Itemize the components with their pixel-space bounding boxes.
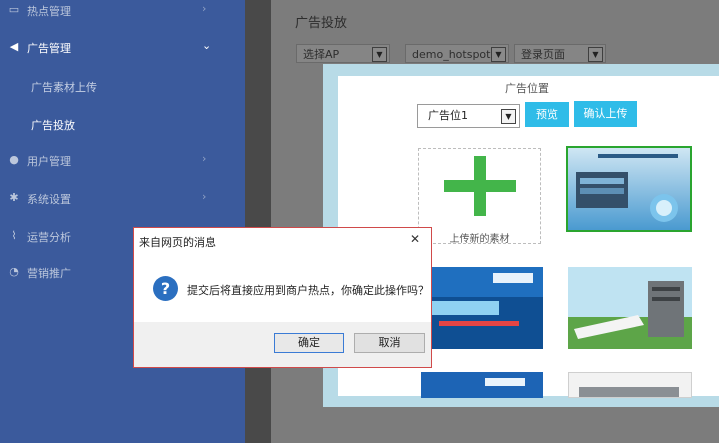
ad-thumbnail[interactable] — [419, 267, 543, 349]
ad-image — [421, 372, 543, 398]
upload-tile-label: 上传新的素材 — [449, 234, 510, 245]
chevron-down-icon: ▼ — [588, 47, 603, 62]
ad-thumbnail[interactable] — [421, 372, 543, 398]
sidebar-item-label: 系统设置 — [27, 193, 71, 206]
ad-thumbnail-selected[interactable] — [566, 146, 692, 232]
ad-image — [568, 267, 692, 349]
page-select-value: 登录页面 — [521, 48, 565, 61]
sidebar-item-hotspot[interactable]: ▭ 热点管理 › — [0, 0, 245, 26]
plus-icon-vertical — [474, 156, 486, 216]
sidebar-item-ads[interactable]: ◀ 广告管理 ⌄ — [0, 33, 245, 63]
dialog-title: 来自网页的消息 — [139, 236, 216, 249]
dialog-message: 提交后将直接应用到商户热点，你确定此操作吗？ — [187, 284, 429, 297]
ad-position-select-value: 广告位1 — [428, 109, 468, 122]
ad-image — [569, 373, 691, 397]
megaphone-icon: ◀ — [9, 40, 19, 53]
sidebar-item-label: 热点管理 — [27, 5, 71, 18]
overlay-gutter — [245, 0, 271, 443]
ok-button[interactable]: 确定 — [274, 333, 344, 353]
sidebar-item-label: 运营分析 — [27, 231, 71, 244]
ad-thumbnail[interactable] — [568, 267, 692, 349]
chevron-down-icon: ⌄ — [202, 39, 212, 52]
pie-chart-icon: ◔ — [9, 265, 19, 278]
ap-select[interactable]: 选择AP ▼ — [296, 44, 390, 63]
sidebar-subitem-ad-upload[interactable]: 广告素材上传 — [31, 79, 97, 95]
cancel-button[interactable]: 取消 — [354, 333, 425, 353]
chevron-down-icon: ▼ — [372, 47, 387, 62]
chevron-right-icon: › — [202, 2, 207, 15]
confirm-upload-button[interactable]: 确认上传 — [574, 101, 637, 127]
ad-image — [419, 267, 543, 349]
chevron-right-icon: › — [202, 152, 207, 165]
sidebar-item-label: 广告管理 — [27, 42, 71, 55]
monitor-icon: ▭ — [8, 3, 20, 16]
line-chart-icon: ⌇ — [11, 229, 17, 242]
ad-image — [568, 148, 690, 230]
sidebar-item-settings[interactable]: ✱ 系统设置 › — [0, 184, 245, 214]
page-title: 广告投放 — [295, 16, 348, 31]
chevron-down-icon: ▼ — [501, 109, 516, 124]
sidebar-item-label: 用户管理 — [27, 155, 71, 168]
preview-button[interactable]: 预览 — [525, 102, 569, 127]
ad-thumbnail[interactable] — [568, 372, 692, 398]
modal-title: 广告位置 — [505, 82, 549, 95]
hotspot-select-value: demo_hotspot — [412, 48, 491, 61]
ad-position-select[interactable]: 广告位1 ▼ — [417, 104, 520, 128]
chevron-right-icon: › — [202, 190, 207, 203]
users-icon: ● — [9, 153, 19, 166]
gear-icon: ✱ — [9, 191, 19, 204]
hotspot-select[interactable]: demo_hotspot ▼ — [405, 44, 509, 63]
page-select[interactable]: 登录页面 ▼ — [514, 44, 606, 63]
close-icon[interactable]: ✕ — [410, 232, 420, 246]
sidebar-subitem-ad-placement[interactable]: 广告投放 — [31, 117, 75, 133]
sidebar-item-users[interactable]: ● 用户管理 › — [0, 146, 245, 176]
sidebar-item-label: 营销推广 — [27, 267, 71, 280]
question-icon: ? — [153, 276, 178, 301]
chevron-down-icon: ▼ — [491, 47, 506, 62]
ap-select-value: 选择AP — [303, 48, 340, 61]
